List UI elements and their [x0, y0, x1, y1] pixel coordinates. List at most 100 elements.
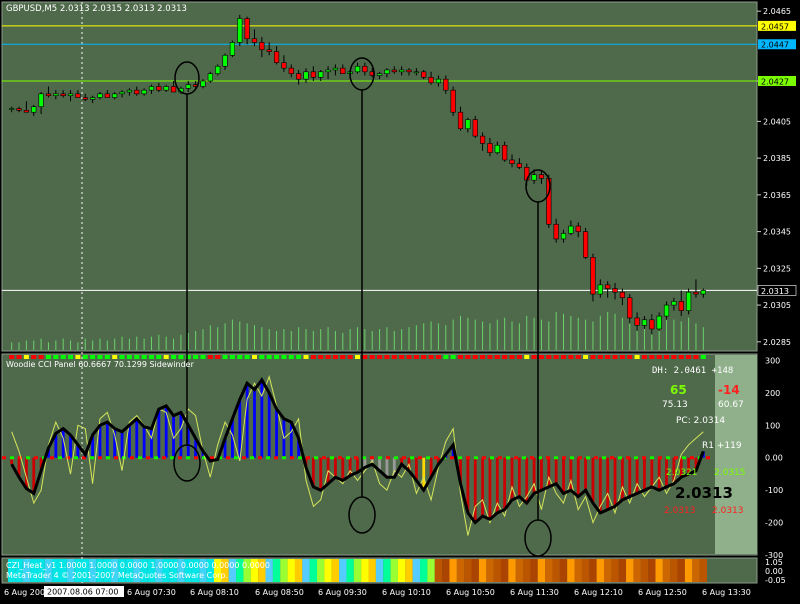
bearish-candle[interactable]	[450, 89, 456, 113]
bearish-candle[interactable]	[156, 86, 162, 91]
bearish-candle[interactable]	[479, 135, 486, 144]
bearish-candle[interactable]	[553, 223, 559, 240]
bearish-candle[interactable]	[340, 67, 346, 74]
bearish-candle[interactable]	[60, 93, 66, 96]
bullish-candle[interactable]	[119, 91, 125, 95]
bearish-candle[interactable]	[693, 291, 699, 295]
bullish-candle[interactable]	[163, 86, 169, 91]
bearish-candle[interactable]	[472, 119, 478, 137]
bearish-candle[interactable]	[502, 144, 508, 161]
bearish-candle[interactable]	[104, 93, 110, 98]
bearish-candle[interactable]	[244, 18, 250, 40]
bearish-candle[interactable]	[251, 38, 258, 43]
bullish-candle[interactable]	[148, 86, 155, 91]
bearish-candle[interactable]	[428, 77, 434, 84]
bullish-candle[interactable]	[641, 319, 648, 326]
heat-bar	[397, 559, 406, 582]
bearish-candle[interactable]	[421, 71, 427, 78]
bearish-candle[interactable]	[605, 284, 611, 289]
bullish-candle[interactable]	[97, 93, 103, 98]
main-pane[interactable]	[1, 1, 758, 352]
bearish-candle[interactable]	[516, 163, 522, 168]
cci-histogram-bar	[341, 457, 345, 481]
bearish-candle[interactable]	[487, 143, 493, 153]
bullish-candle[interactable]	[207, 73, 213, 82]
bearish-candle[interactable]	[634, 317, 640, 326]
cci-histogram-bar	[179, 412, 183, 458]
bullish-candle[interactable]	[126, 89, 133, 93]
bullish-candle[interactable]	[376, 73, 383, 76]
bearish-candle[interactable]	[266, 49, 272, 52]
bullish-candle[interactable]	[38, 93, 44, 107]
bearish-candle[interactable]	[406, 69, 412, 73]
bearish-candle[interactable]	[16, 108, 22, 111]
bearish-candle[interactable]	[619, 291, 625, 299]
bearish-candle[interactable]	[538, 174, 545, 179]
bullish-candle[interactable]	[671, 301, 677, 306]
bullish-candle[interactable]	[141, 89, 147, 95]
bearish-candle[interactable]	[134, 89, 140, 95]
bullish-candle[interactable]	[384, 69, 390, 74]
bullish-candle[interactable]	[700, 290, 706, 295]
bullish-candle[interactable]	[568, 225, 574, 234]
bullish-candle[interactable]	[494, 144, 500, 153]
bearish-candle[interactable]	[575, 225, 581, 232]
bearish-candle[interactable]	[391, 69, 397, 73]
bearish-candle[interactable]	[649, 319, 655, 330]
bearish-candle[interactable]	[281, 62, 287, 69]
bearish-candle[interactable]	[612, 288, 618, 293]
bearish-candle[interactable]	[678, 301, 684, 311]
bullish-candle[interactable]	[90, 97, 96, 100]
bearish-candle[interactable]	[582, 231, 589, 258]
cci-status-square	[281, 355, 287, 359]
bearish-candle[interactable]	[457, 111, 464, 130]
bullish-candle[interactable]	[686, 291, 692, 311]
bearish-candle[interactable]	[509, 159, 515, 164]
bearish-candle[interactable]	[45, 93, 52, 96]
bullish-candle[interactable]	[663, 304, 670, 317]
bearish-candle[interactable]	[170, 86, 177, 93]
bullish-candle[interactable]	[318, 71, 324, 78]
bearish-candle[interactable]	[75, 93, 81, 98]
bullish-candle[interactable]	[31, 106, 37, 113]
bullish-candle[interactable]	[222, 54, 228, 67]
bearish-candle[interactable]	[627, 297, 633, 319]
cci-status-square	[215, 355, 221, 359]
bullish-candle[interactable]	[354, 65, 361, 73]
bullish-candle[interactable]	[185, 84, 191, 89]
bullish-candle[interactable]	[237, 18, 243, 43]
bullish-candle[interactable]	[597, 284, 603, 295]
bullish-candle[interactable]	[53, 93, 59, 96]
bearish-candle[interactable]	[23, 110, 29, 113]
bullish-candle[interactable]	[67, 93, 74, 96]
bullish-candle[interactable]	[303, 71, 309, 80]
bearish-candle[interactable]	[82, 97, 88, 100]
bearish-candle[interactable]	[296, 73, 302, 80]
cci-status-square	[421, 355, 427, 359]
cci-info-red-right: 2.0313	[712, 506, 744, 516]
bearish-candle[interactable]	[288, 67, 294, 74]
bearish-candle[interactable]	[443, 78, 449, 91]
bullish-candle[interactable]	[229, 42, 236, 56]
bullish-candle[interactable]	[531, 174, 537, 181]
bearish-candle[interactable]	[362, 65, 368, 73]
bullish-candle[interactable]	[413, 71, 419, 74]
bullish-candle[interactable]	[435, 78, 442, 84]
bullish-candle[interactable]	[200, 80, 206, 87]
bearish-candle[interactable]	[259, 42, 265, 51]
cci-status-square	[561, 355, 567, 359]
bullish-candle[interactable]	[9, 108, 15, 110]
bearish-candle[interactable]	[273, 51, 280, 63]
bullish-candle[interactable]	[332, 67, 339, 71]
bullish-candle[interactable]	[215, 65, 221, 74]
bullish-candle[interactable]	[656, 315, 662, 330]
bearish-candle[interactable]	[590, 257, 596, 295]
bearish-candle[interactable]	[310, 71, 316, 78]
bullish-candle[interactable]	[560, 233, 567, 240]
heat-bar	[626, 559, 634, 582]
bullish-candle[interactable]	[325, 69, 331, 73]
heat-bar	[383, 559, 391, 582]
bullish-candle[interactable]	[465, 119, 471, 130]
bullish-candle[interactable]	[399, 69, 405, 73]
bullish-candle[interactable]	[112, 93, 118, 98]
